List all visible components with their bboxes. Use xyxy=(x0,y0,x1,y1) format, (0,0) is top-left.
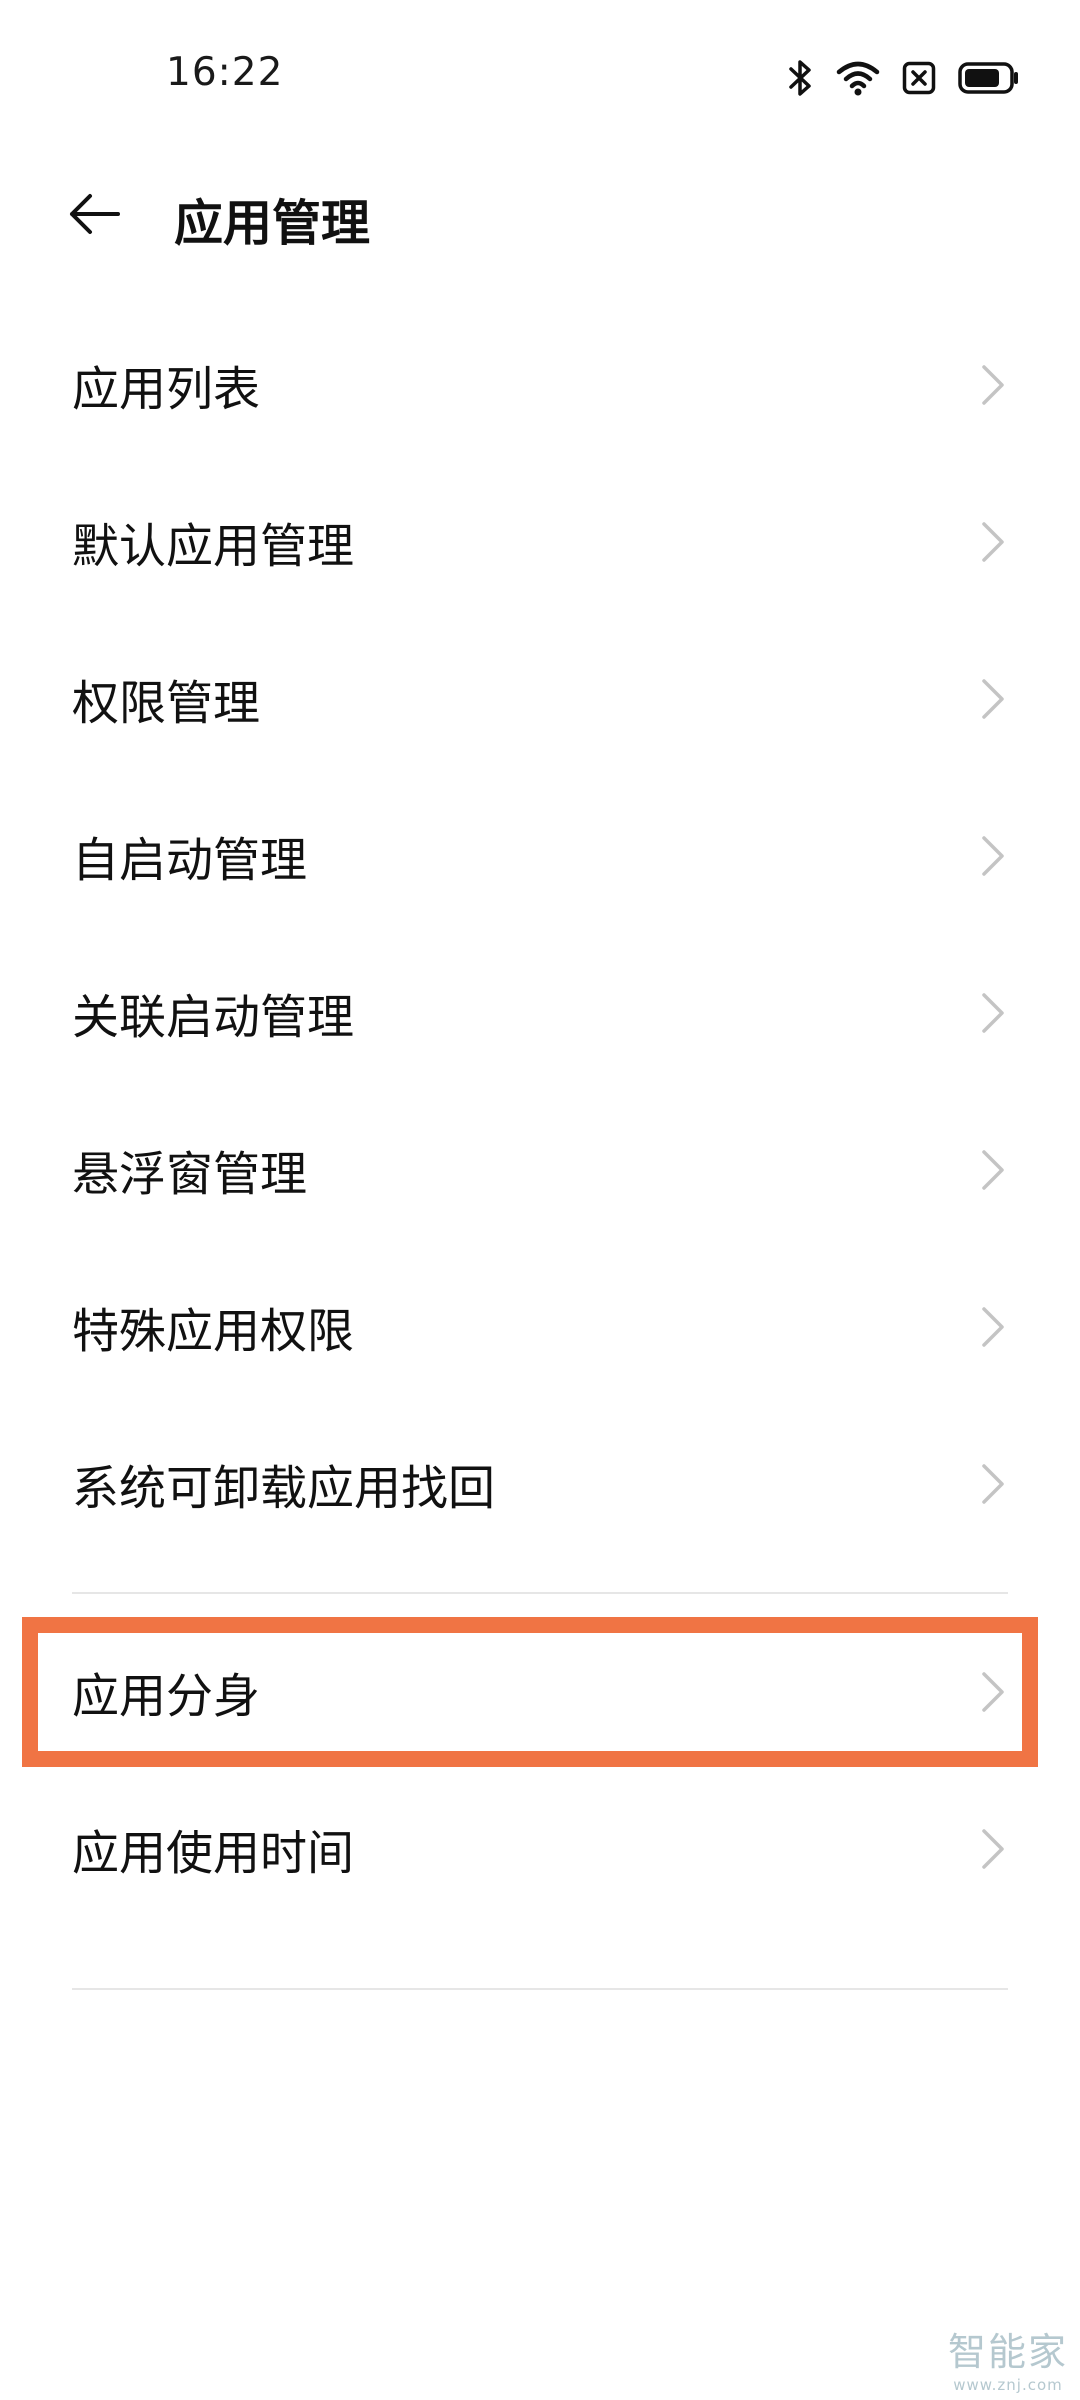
header: 应用管理 xyxy=(0,160,1080,270)
battery-icon xyxy=(958,62,1020,94)
chevron-right-icon xyxy=(978,362,1008,408)
status-time: 16:22 xyxy=(166,50,284,95)
list-item-label: 权限管理 xyxy=(72,676,260,732)
page-title: 应用管理 xyxy=(174,195,371,252)
watermark-url: www.znj.com xyxy=(953,2376,1063,2394)
chevron-right-icon xyxy=(978,990,1008,1036)
sim-disabled-icon xyxy=(902,61,936,95)
chevron-right-icon xyxy=(978,1304,1008,1350)
divider xyxy=(72,1592,1008,1594)
list-item-restore-system-apps[interactable]: 系统可卸载应用找回 xyxy=(0,1409,1080,1559)
list-item-default-apps[interactable]: 默认应用管理 xyxy=(0,467,1080,617)
list-item-label: 应用分身 xyxy=(72,1669,260,1725)
list-item-label: 应用使用时间 xyxy=(72,1826,354,1882)
list-item-label: 特殊应用权限 xyxy=(72,1304,354,1360)
list-item-label: 关联启动管理 xyxy=(72,990,354,1046)
list-item-label: 悬浮窗管理 xyxy=(72,1147,307,1203)
screen: 16:22 应用管理 应用列表 默认应用管理 权限管理 自启动管理 关联启动管理… xyxy=(0,0,1080,2400)
chevron-right-icon xyxy=(978,519,1008,565)
list-item-floating-window[interactable]: 悬浮窗管理 xyxy=(0,1095,1080,1245)
chevron-right-icon xyxy=(978,1669,1008,1715)
chevron-right-icon xyxy=(978,1826,1008,1872)
status-icons xyxy=(788,58,1020,98)
back-button[interactable] xyxy=(58,180,130,252)
list-item-label: 系统可卸载应用找回 xyxy=(72,1461,495,1517)
chevron-right-icon xyxy=(978,833,1008,879)
list-item-app-list[interactable]: 应用列表 xyxy=(0,310,1080,460)
list-item-special-permissions[interactable]: 特殊应用权限 xyxy=(0,1252,1080,1402)
arrow-left-icon xyxy=(66,192,122,240)
list-item-label: 默认应用管理 xyxy=(72,519,354,575)
chevron-right-icon xyxy=(978,1147,1008,1193)
list-item-label: 自启动管理 xyxy=(72,833,307,889)
watermark-logo: 智能家 xyxy=(947,2330,1068,2374)
status-bar: 16:22 xyxy=(0,0,1080,160)
chevron-right-icon xyxy=(978,676,1008,722)
list-item-label: 应用列表 xyxy=(72,362,260,418)
bluetooth-icon xyxy=(788,58,814,98)
divider xyxy=(72,1988,1008,1990)
list-item-associated-start[interactable]: 关联启动管理 xyxy=(0,938,1080,1088)
list-item-permissions[interactable]: 权限管理 xyxy=(0,624,1080,774)
list-item-usage-time[interactable]: 应用使用时间 xyxy=(0,1774,1080,1924)
list-item-autostart[interactable]: 自启动管理 xyxy=(0,781,1080,931)
watermark: 智能家 www.znj.com xyxy=(948,2321,1068,2394)
list-item-app-clone[interactable]: 应用分身 xyxy=(0,1617,1080,1767)
wifi-icon xyxy=(836,60,880,96)
chevron-right-icon xyxy=(978,1461,1008,1507)
